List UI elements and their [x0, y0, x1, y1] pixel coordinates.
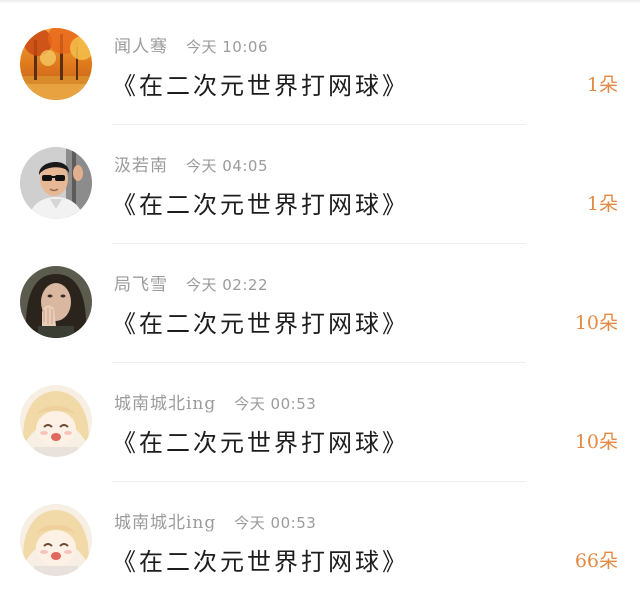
list-item[interactable]: 汲若南 今天 04:05 《在二次元世界打网球》 1朵 — [0, 125, 640, 244]
man-sunglasses-avatar[interactable] — [20, 147, 92, 219]
list-item[interactable]: 闻人骞 今天 10:06 《在二次元世界打网球》 1朵 — [0, 6, 640, 125]
user-name[interactable]: 闻人骞 — [114, 37, 168, 57]
item-meta: 局飞雪 今天 02:22 — [114, 270, 268, 295]
flower-count: 66朵 — [574, 550, 618, 572]
top-divider — [0, 0, 640, 4]
user-name[interactable]: 汲若南 — [114, 156, 168, 176]
list-item[interactable]: 局飞雪 今天 02:22 《在二次元世界打网球》 10朵 — [0, 244, 640, 363]
timestamp: 今天 00:53 — [234, 395, 317, 413]
woman-covering-face-avatar[interactable] — [20, 266, 92, 338]
flower-count: 1朵 — [586, 193, 618, 215]
timestamp: 今天 02:22 — [186, 276, 268, 294]
timestamp: 今天 10:06 — [186, 38, 268, 56]
autumn-forest-avatar[interactable] — [20, 28, 92, 100]
item-meta: 汲若南 今天 04:05 — [114, 151, 268, 176]
flower-count: 1朵 — [586, 74, 618, 96]
item-meta: 城南城北ing 今天 00:53 — [114, 508, 316, 533]
item-title[interactable]: 《在二次元世界打网球》 — [112, 542, 409, 577]
item-title[interactable]: 《在二次元世界打网球》 — [112, 185, 409, 220]
flower-count: 10朵 — [574, 312, 618, 334]
timestamp: 今天 00:53 — [234, 514, 317, 532]
flower-count: 10朵 — [574, 431, 618, 453]
item-title[interactable]: 《在二次元世界打网球》 — [112, 423, 409, 458]
gift-list: 闻人骞 今天 10:06 《在二次元世界打网球》 1朵 汲若南 今天 04:05… — [0, 6, 640, 601]
user-name[interactable]: 城南城北ing — [114, 394, 216, 414]
user-name[interactable]: 局飞雪 — [114, 275, 168, 295]
anime-girl-avatar[interactable] — [20, 504, 92, 576]
item-meta: 城南城北ing 今天 00:53 — [114, 389, 316, 414]
list-item[interactable]: 城南城北ing 今天 00:53 《在二次元世界打网球》 10朵 — [0, 363, 640, 482]
timestamp: 今天 04:05 — [186, 157, 268, 175]
item-title[interactable]: 《在二次元世界打网球》 — [112, 66, 409, 101]
user-name[interactable]: 城南城北ing — [114, 513, 216, 533]
item-title[interactable]: 《在二次元世界打网球》 — [112, 304, 409, 339]
anime-girl-avatar[interactable] — [20, 385, 92, 457]
list-item[interactable]: 城南城北ing 今天 00:53 《在二次元世界打网球》 66朵 — [0, 482, 640, 601]
item-meta: 闻人骞 今天 10:06 — [114, 32, 268, 57]
